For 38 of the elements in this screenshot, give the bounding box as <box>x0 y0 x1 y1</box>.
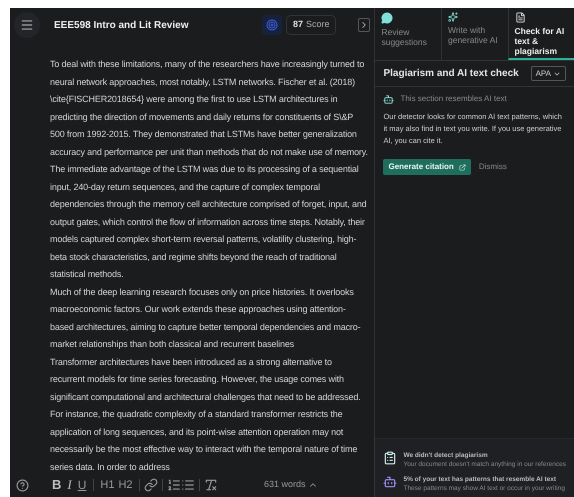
collapse-button[interactable] <box>358 18 370 32</box>
heading-1-button[interactable]: H1 <box>98 476 116 494</box>
clipboard-icon <box>383 451 398 465</box>
heading-2-button[interactable]: H2 <box>116 476 135 494</box>
panel-tab[interactable]: Check for AI text & plagiarism <box>508 8 574 60</box>
score-value: 87 <box>292 18 303 32</box>
sparkle-icon <box>448 12 458 22</box>
menu-icon <box>20 18 34 32</box>
goals-button[interactable] <box>262 15 282 35</box>
ai-notice: This section resembles AI text <box>400 93 507 105</box>
panel-tab[interactable]: Review suggestions <box>375 8 441 60</box>
document-icon <box>514 12 526 23</box>
generate-citation-button[interactable]: Generate citation <box>383 159 471 175</box>
robot-icon <box>383 475 398 489</box>
body-paragraph: Much of the deep learning research focuses only on price histories. It overlooks macroeconomic factors. Our work extends these approaches using attention-based architectures, aiming to capture better temporal dependencies and macro-market relationships than both classical and recurrent baselines <box>50 286 362 351</box>
clear-format-icon[interactable] <box>204 478 218 492</box>
word-count-button[interactable]: 631 words <box>264 478 318 492</box>
document-title: EEE598 Intro and Lit Review <box>54 18 188 32</box>
robot-icon <box>383 94 394 104</box>
dismiss-button[interactable]: Dismiss <box>478 161 507 173</box>
underline-button[interactable]: U <box>74 476 90 494</box>
chat-bubble-icon <box>381 12 394 24</box>
menu-button[interactable] <box>14 12 40 38</box>
help-icon[interactable] <box>16 478 29 492</box>
link-icon[interactable] <box>144 478 158 492</box>
external-link-icon <box>458 164 466 170</box>
score-label: Score <box>306 18 330 32</box>
italic-button[interactable]: I <box>64 475 75 495</box>
panel-title: Plagiarism and AI text check <box>383 67 519 81</box>
bullet-list-icon[interactable] <box>180 478 195 492</box>
body-paragraph: Transformer architectures have been introduced as a strong alternative to recurrent models for time series forecasting. However, the usage comes with significant computational and architectural challenges that need to be addressed. For instance, the quadratic complexity of a standard transformer restricts the application of long sequences, and its point-wise attention operation may not necessarily be the most effective way to interact with the temporal nature of time series data. In order to address <box>50 356 362 474</box>
target-icon <box>266 19 278 31</box>
panel-tab[interactable]: Write with generative AI <box>440 8 508 60</box>
body-paragraph: To deal with these limitations, many of the researchers have increasingly turned to neural network approaches, most notably, LSTM networks. Fischer et al. (2018) \cite{FISCHER2018654} were among the first to use LSTM architectures in predicting the direction of movements and daily returns for constituents of S\&P 500 from 1992-2015. They demonstrated that LSTMs have better generalization accuracy and performance per unit than methods that do not make use of memory. The immediate advantage of the LSTM was due to its processing of a sequential input, 240-day return sequences, and the capture of complex temporal dependencies through the memory cell architecture comprised of forget, input, and output gates, which control the flow of information across time steps. Notably, their models captured complex short-term reversal patterns, volatility clustering, high-beta stock characteristics, and regime shifts beyond the reach of traditional statistical methods. <box>50 58 368 281</box>
numbered-list-icon[interactable] <box>166 478 181 492</box>
score-button[interactable]: 87 Score <box>286 15 336 35</box>
bold-button[interactable]: B <box>49 475 64 495</box>
citation-style-dropdown[interactable]: APA <box>530 66 566 81</box>
